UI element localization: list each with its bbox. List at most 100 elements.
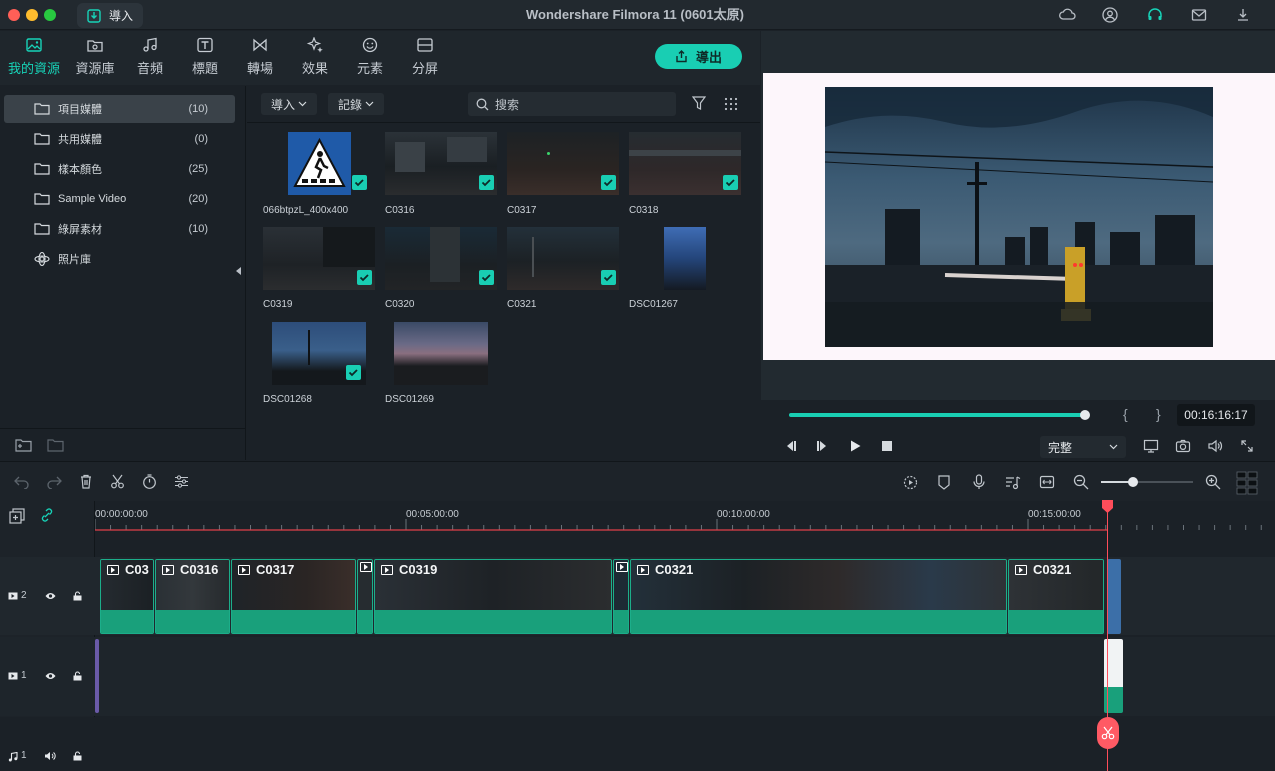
media-item[interactable] xyxy=(385,132,497,195)
folder-outline-icon[interactable] xyxy=(47,438,64,452)
track-number: 1 xyxy=(21,750,27,761)
media-item-label: C0321 xyxy=(507,299,537,310)
undo-icon[interactable] xyxy=(14,475,30,489)
close-window-button[interactable] xyxy=(8,9,20,21)
collapse-sidebar-icon[interactable] xyxy=(236,267,242,275)
media-item-label: C0320 xyxy=(385,299,415,310)
step-forward-icon[interactable] xyxy=(815,439,829,453)
media-item[interactable] xyxy=(629,132,741,195)
delete-icon[interactable] xyxy=(79,474,93,489)
sidebar-item-green-screen[interactable]: 綠屏素材 (10) xyxy=(4,215,235,243)
scissors-icon[interactable] xyxy=(110,474,125,489)
media-item[interactable] xyxy=(629,227,741,290)
lock-icon[interactable] xyxy=(73,671,82,681)
timeline-clip[interactable]: C03 xyxy=(100,559,154,634)
timeline-clip[interactable] xyxy=(613,559,629,634)
timeline-clip[interactable]: C0319 xyxy=(374,559,612,634)
sidebar-item-label: 綠屏素材 xyxy=(58,224,102,236)
redo-icon[interactable] xyxy=(46,475,62,489)
play-icon[interactable] xyxy=(848,439,862,453)
cloud-icon[interactable] xyxy=(1058,6,1076,24)
grid-view-icon[interactable] xyxy=(724,97,738,111)
media-item[interactable] xyxy=(263,132,375,195)
link-icon[interactable] xyxy=(39,507,55,523)
preview-progress-handle[interactable] xyxy=(1080,410,1090,420)
import-button[interactable]: 導入 xyxy=(77,3,143,28)
lock-icon[interactable] xyxy=(73,751,82,761)
filter-icon[interactable] xyxy=(692,96,706,111)
eye-icon[interactable] xyxy=(45,672,56,680)
timeline-clip[interactable] xyxy=(357,559,373,634)
split-scissors-button[interactable] xyxy=(1097,717,1119,749)
fullscreen-icon[interactable] xyxy=(1240,439,1254,453)
snapshot-camera-icon[interactable] xyxy=(1175,439,1191,453)
export-button[interactable]: 導出 xyxy=(655,44,742,69)
sidebar-item-sample-colors[interactable]: 樣本顏色 (25) xyxy=(4,155,235,183)
sidebar-item-count: (20) xyxy=(188,193,208,205)
record-dropdown[interactable]: 記錄 xyxy=(328,93,385,115)
preview-progress-bar[interactable] xyxy=(789,413,1085,417)
headset-support-icon[interactable] xyxy=(1146,6,1164,24)
playhead-handle[interactable] xyxy=(1102,500,1113,513)
speed-timer-icon[interactable] xyxy=(142,474,157,489)
media-item[interactable] xyxy=(385,322,497,385)
fit-timeline-icon[interactable] xyxy=(1039,475,1055,489)
speaker-icon[interactable] xyxy=(44,751,56,761)
preview-frame xyxy=(825,87,1213,347)
timeline-toolbar xyxy=(0,461,1275,501)
zoom-in-icon[interactable] xyxy=(1205,474,1221,490)
add-track-icon[interactable] xyxy=(9,508,25,524)
marker-icon[interactable] xyxy=(937,475,951,490)
minimize-window-button[interactable] xyxy=(26,9,38,21)
zoom-window-button[interactable] xyxy=(44,9,56,21)
eye-icon[interactable] xyxy=(45,592,56,600)
media-item-label: 066btpzL_400x400 xyxy=(263,205,349,216)
account-icon[interactable] xyxy=(1101,6,1119,24)
tab-stock-media[interactable]: 資源庫 xyxy=(64,37,126,77)
tab-my-media[interactable]: 我的資源 xyxy=(3,37,65,77)
sidebar-item-sample-video[interactable]: Sample Video (20) xyxy=(4,185,235,213)
media-item[interactable] xyxy=(507,132,619,195)
media-item[interactable] xyxy=(263,227,375,290)
sidebar-item-project-media[interactable]: 項目媒體 (10) xyxy=(4,95,235,123)
download-icon[interactable] xyxy=(1234,6,1252,24)
timeline-clip[interactable]: C0317 xyxy=(231,559,356,634)
timeline-clip[interactable]: C0321 xyxy=(630,559,1007,634)
search-input[interactable]: 搜索 xyxy=(468,92,676,116)
lock-icon[interactable] xyxy=(73,591,82,601)
timeline-clip[interactable]: C0321 xyxy=(1008,559,1104,634)
new-folder-icon[interactable] xyxy=(15,438,32,452)
tab-transitions[interactable]: 轉場 xyxy=(229,37,291,77)
import-dropdown[interactable]: 導入 xyxy=(261,93,318,115)
timeline-ruler[interactable]: 00:00:00:00 00:05:00:00 00:10:00:00 00:1… xyxy=(95,501,1275,531)
render-preview-icon[interactable] xyxy=(903,475,918,490)
audio-mixer-icon[interactable] xyxy=(1005,475,1021,490)
mail-icon[interactable] xyxy=(1190,6,1208,24)
tab-audio[interactable]: 音頻 xyxy=(119,37,181,77)
media-item[interactable] xyxy=(385,227,497,290)
adjust-sliders-icon[interactable] xyxy=(174,474,189,489)
microphone-icon[interactable] xyxy=(972,474,986,490)
step-back-icon[interactable] xyxy=(784,439,798,453)
monitor-icon[interactable] xyxy=(1143,439,1159,453)
tab-effects[interactable]: 效果 xyxy=(284,37,346,77)
media-item[interactable] xyxy=(507,227,619,290)
timeline-clip-small[interactable] xyxy=(1107,559,1121,634)
zoom-out-icon[interactable] xyxy=(1073,474,1089,490)
volume-icon[interactable] xyxy=(1207,439,1223,453)
sidebar-item-photo-library[interactable]: 照片庫 xyxy=(4,245,235,273)
tab-split-screen[interactable]: 分屏 xyxy=(394,37,456,77)
media-item[interactable] xyxy=(263,322,375,385)
zoom-slider-handle[interactable] xyxy=(1128,477,1138,487)
tab-titles[interactable]: 標題 xyxy=(174,37,236,77)
stop-icon[interactable] xyxy=(881,440,893,452)
quality-select[interactable]: 完整 xyxy=(1040,436,1126,458)
mark-in-button[interactable]: { xyxy=(1123,406,1128,422)
tab-elements[interactable]: 元素 xyxy=(339,37,401,77)
sidebar-item-label: 項目媒體 xyxy=(58,104,102,116)
track-layout-icon[interactable] xyxy=(1236,471,1258,495)
mark-out-button[interactable]: } xyxy=(1156,406,1161,422)
sunset-clouds-photo xyxy=(394,322,488,385)
timeline-clip[interactable]: C0316 xyxy=(155,559,230,634)
sidebar-item-shared-media[interactable]: 共用媒體 (0) xyxy=(4,125,235,153)
